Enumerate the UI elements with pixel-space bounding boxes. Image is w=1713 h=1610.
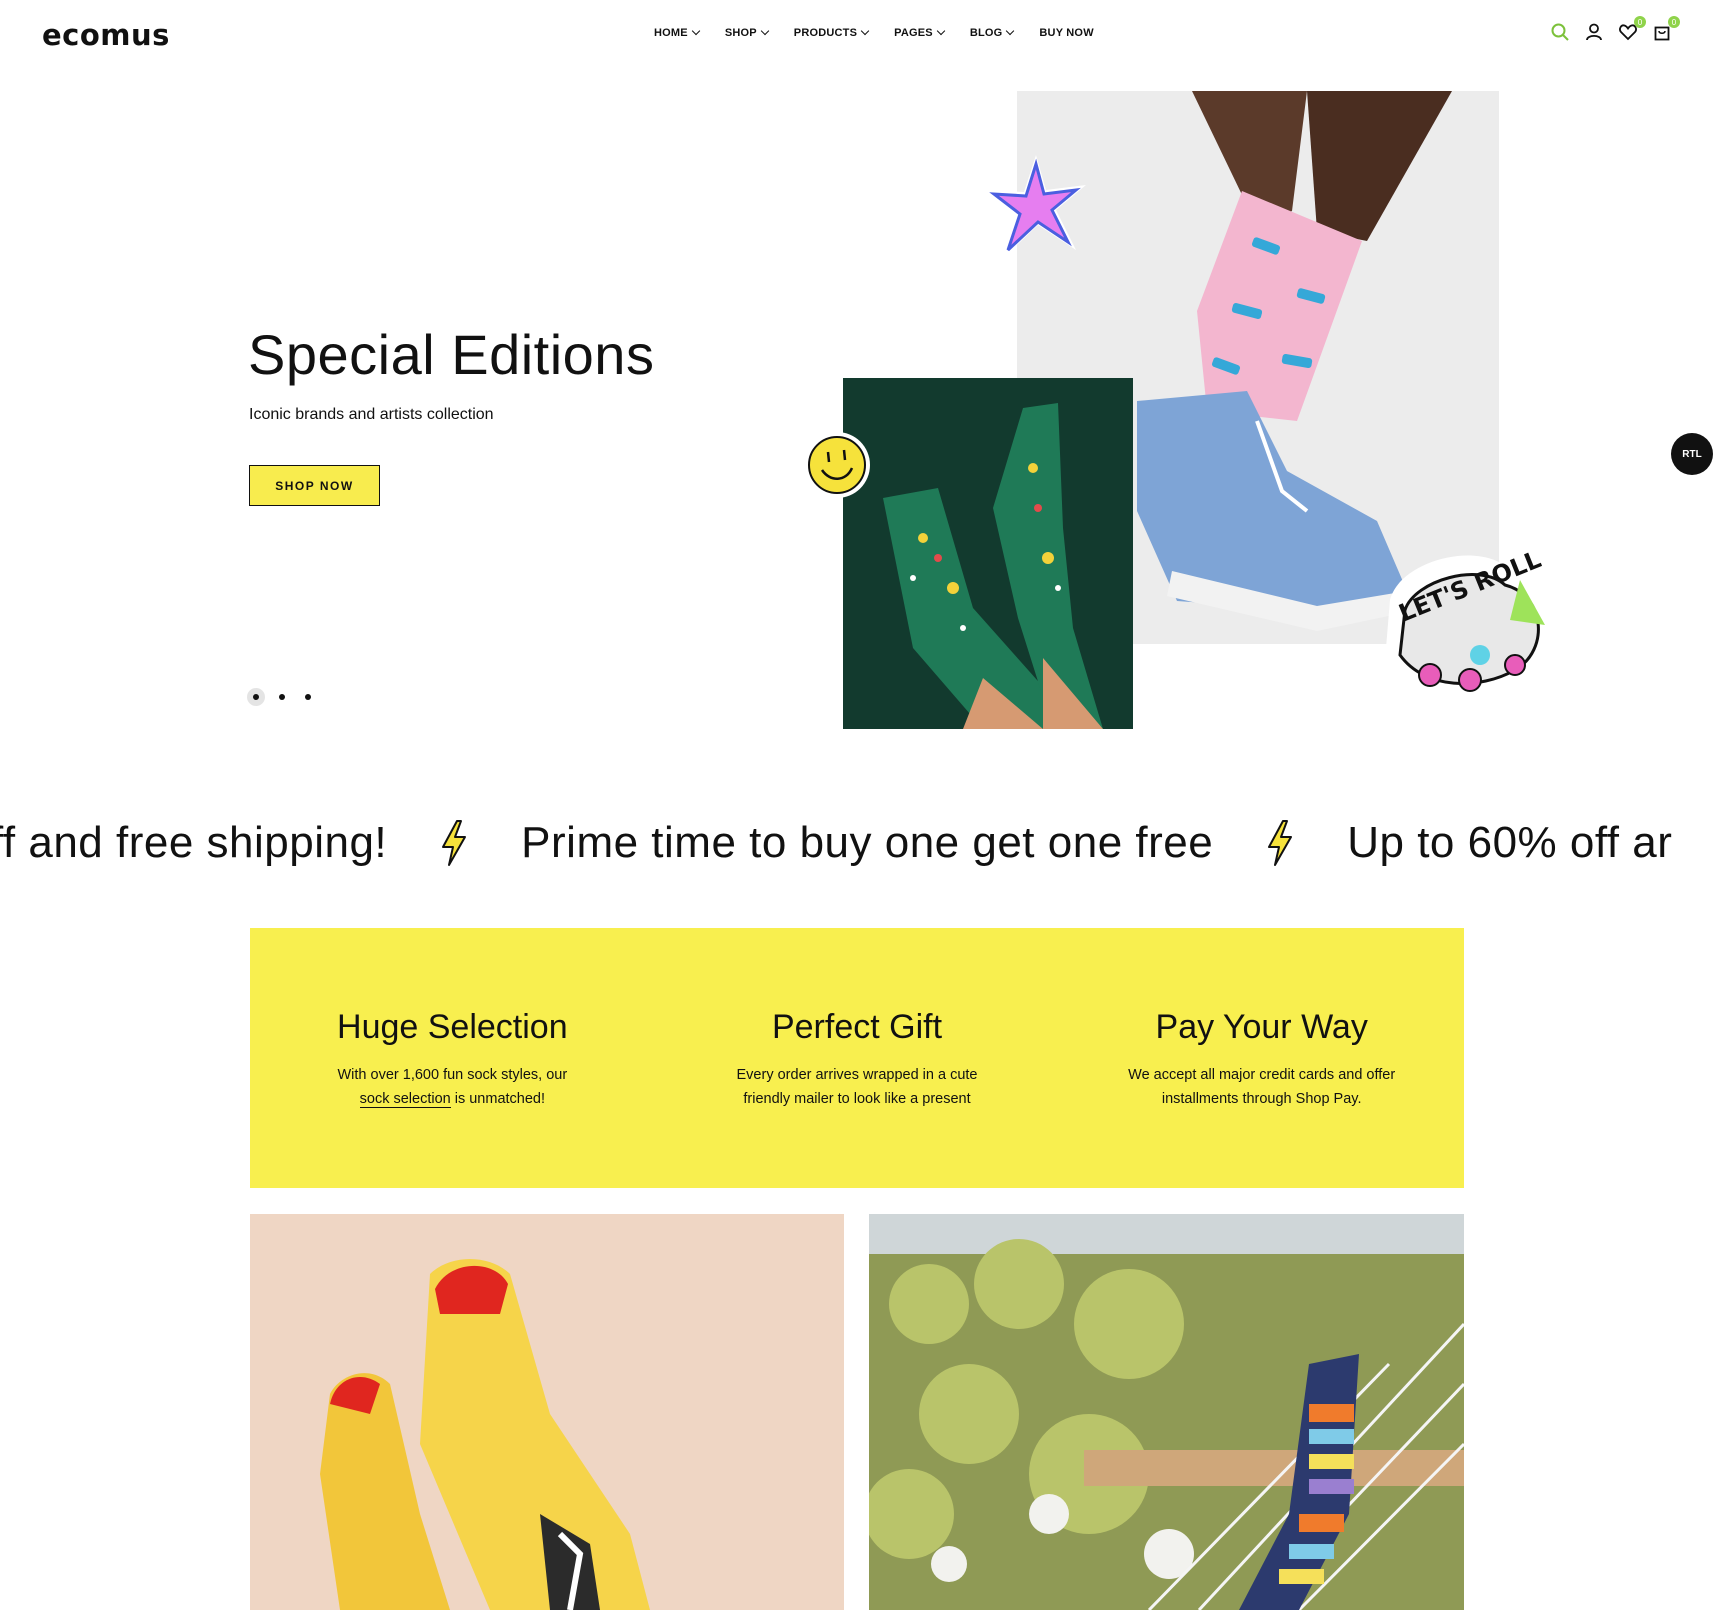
search-icon[interactable] [1550, 22, 1570, 42]
nav-item-label: BLOG [969, 27, 1003, 39]
chevron-down-icon [860, 26, 870, 36]
bag-icon[interactable]: 0 [1652, 16, 1680, 42]
marquee-text: off and free shipping! [0, 818, 388, 867]
slider-dot-2[interactable] [279, 694, 285, 700]
star-sticker [984, 155, 1086, 260]
sock-selection-link[interactable]: sock selection [359, 1091, 451, 1108]
nav-item-blog[interactable]: BLOG [969, 26, 1015, 39]
heart-icon[interactable]: 0 [1618, 16, 1646, 42]
marquee-text: Prime time to buy one get one free [521, 818, 1214, 867]
main-nav: HOME SHOP PRODUCTS PAGES BLOG BUY NOW [654, 26, 1094, 39]
nav-item-shop[interactable]: SHOP [724, 26, 770, 39]
nav-item-label: BUY NOW [1039, 27, 1094, 39]
collection-image-hammock-socks[interactable] [869, 1214, 1464, 1610]
collection-image-yellow-socks[interactable] [250, 1214, 844, 1610]
nav-item-label: SHOP [724, 27, 757, 39]
shop-now-button[interactable]: SHOP NOW [249, 465, 380, 506]
feature-text: Every order arrives wrapped in a cute fr… [736, 1067, 978, 1107]
nav-item-pages[interactable]: PAGES [894, 26, 946, 39]
chevron-down-icon [1006, 26, 1015, 36]
feature-title: Perfect Gift [771, 1008, 943, 1046]
slider-dot-1[interactable] [247, 688, 265, 706]
promo-marquee: off and free shipping! Prime time to buy… [0, 808, 1713, 884]
feature-perfect-gift: Perfect Gift Every order arrives wrapped… [655, 928, 1060, 1188]
feature-huge-selection: Huge Selection With over 1,600 fun sock … [250, 928, 655, 1188]
roller-skate-sticker: LET'S ROLL [1385, 545, 1553, 701]
nav-item-home[interactable]: HOME [654, 26, 701, 39]
header-actions: 0 0 [1550, 16, 1680, 42]
feature-text: With over 1,600 fun sock styles, our soc… [250, 1063, 655, 1111]
nav-item-products[interactable]: PRODUCTS [793, 26, 870, 39]
lightning-bolt-icon [1268, 820, 1293, 866]
site-logo[interactable]: ecomus [42, 18, 170, 52]
feature-text-part: With over 1,600 fun sock styles, our [337, 1067, 568, 1083]
user-icon[interactable] [1584, 22, 1604, 42]
feature-title: Huge Selection [337, 1008, 568, 1046]
nav-item-buy-now[interactable]: BUY NOW [1039, 27, 1093, 39]
rtl-toggle-button[interactable]: RTL [1671, 433, 1713, 475]
feature-text: We accept all major credit cards and off… [1128, 1067, 1396, 1107]
hero-title: Special Editions [248, 323, 655, 386]
lightning-bolt-icon [442, 820, 467, 866]
hero-subtitle: Iconic brands and artists collection [249, 406, 494, 423]
nav-item-label: PRODUCTS [793, 27, 858, 39]
slider-pagination [247, 688, 311, 706]
slider-dot-3[interactable] [305, 694, 311, 700]
nav-item-label: PAGES [894, 27, 933, 39]
cart-count-badge: 0 [1668, 16, 1680, 28]
feature-pay-your-way: Pay Your Way We accept all major credit … [1059, 928, 1464, 1188]
nav-item-label: HOME [654, 27, 688, 39]
hero-image-green-socks [843, 378, 1133, 729]
site-header: ecomus HOME SHOP PRODUCTS PAGES BLOG BUY… [0, 0, 1713, 72]
wishlist-count-badge: 0 [1634, 16, 1646, 28]
feature-title: Pay Your Way [1155, 1008, 1368, 1046]
smiley-sticker [804, 432, 870, 498]
feature-text-part: is unmatched! [450, 1091, 546, 1107]
features-banner: Huge Selection With over 1,600 fun sock … [250, 928, 1464, 1188]
chevron-down-icon [691, 26, 701, 36]
marquee-text: Up to 60% off ar [1347, 818, 1673, 867]
chevron-down-icon [760, 26, 770, 36]
marquee-track: off and free shipping! Prime time to buy… [0, 818, 1672, 868]
chevron-down-icon [936, 26, 946, 36]
